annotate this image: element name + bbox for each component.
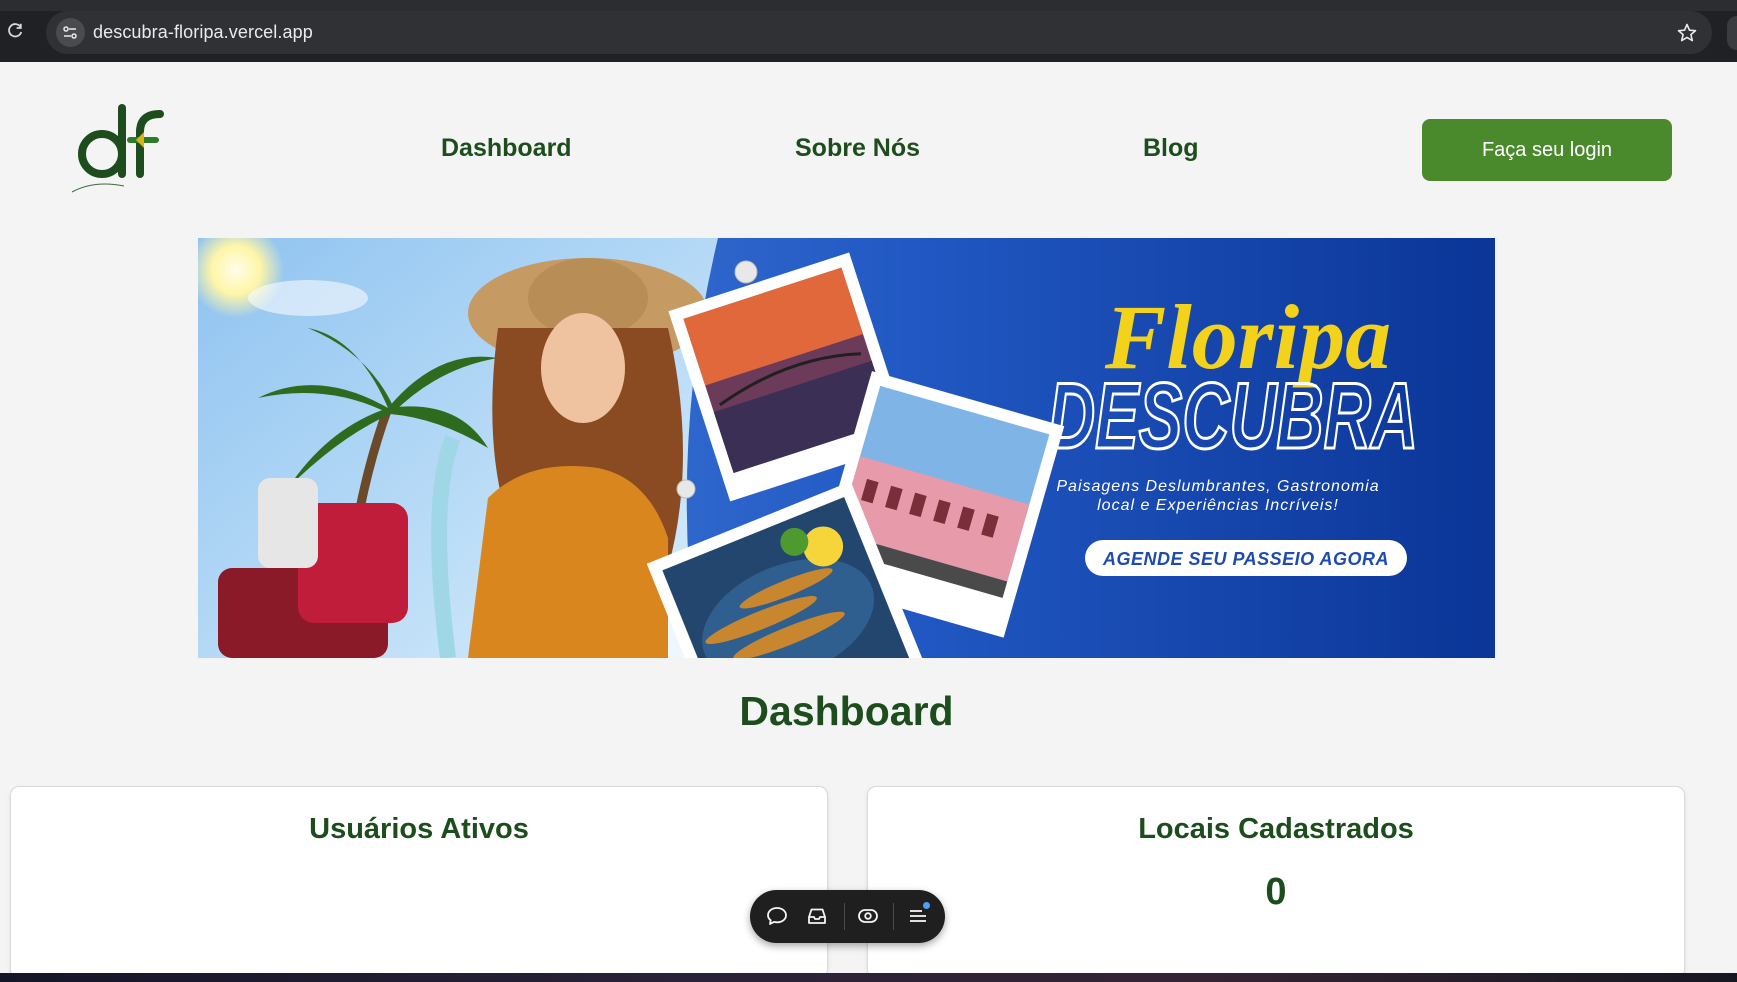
hero-banner[interactable]: Floripa DESCUBRA Paisagens Deslumbrantes… [198,238,1495,658]
site-info-icon[interactable] [56,18,85,47]
notification-dot [923,902,930,909]
page-title: Dashboard [739,688,954,734]
reload-icon[interactable] [6,22,24,40]
banner-subtitle-2: local e Experiências Incríveis! [1097,497,1339,514]
card-usuarios-ativos: Usuários Ativos [10,786,828,978]
banner-cta: AGENDE SEU PASSEIO AGORA [1102,549,1389,569]
inbox-icon[interactable] [796,890,836,943]
floating-toolbar [750,890,945,943]
card-title: Usuários Ativos [309,813,529,845]
banner-subtitle-1: Paisagens Deslumbrantes, Gastronomia [1056,478,1379,495]
address-bar[interactable]: descubra-floripa.vercel.app [46,11,1712,54]
tab-strip [0,0,1737,11]
card-title: Locais Cadastrados [1138,813,1414,845]
card-locais-cadastrados: Locais Cadastrados 0 [867,786,1685,978]
toolbar-divider [893,903,894,930]
menu-icon[interactable] [897,890,937,943]
nav-dashboard[interactable]: Dashboard [441,134,572,163]
bookmark-star-icon[interactable] [1676,22,1698,44]
toolbar-divider [844,903,845,930]
url-text: descubra-floripa.vercel.app [93,22,313,42]
nav-sobre-nos[interactable]: Sobre Nós [795,134,920,163]
os-taskbar [0,973,1737,982]
comment-icon[interactable] [756,890,796,943]
profile-edge [1727,16,1737,50]
eye-icon[interactable] [847,890,887,943]
page: Dashboard Sobre Nós Blog Faça seu login [0,62,1737,978]
logo[interactable] [64,100,174,196]
nav-blog[interactable]: Blog [1143,134,1199,163]
card-value: 0 [1265,871,1287,913]
browser-chrome: descubra-floripa.vercel.app [0,0,1737,62]
banner-title: DESCUBRA [1048,363,1418,468]
login-button[interactable]: Faça seu login [1422,119,1672,181]
